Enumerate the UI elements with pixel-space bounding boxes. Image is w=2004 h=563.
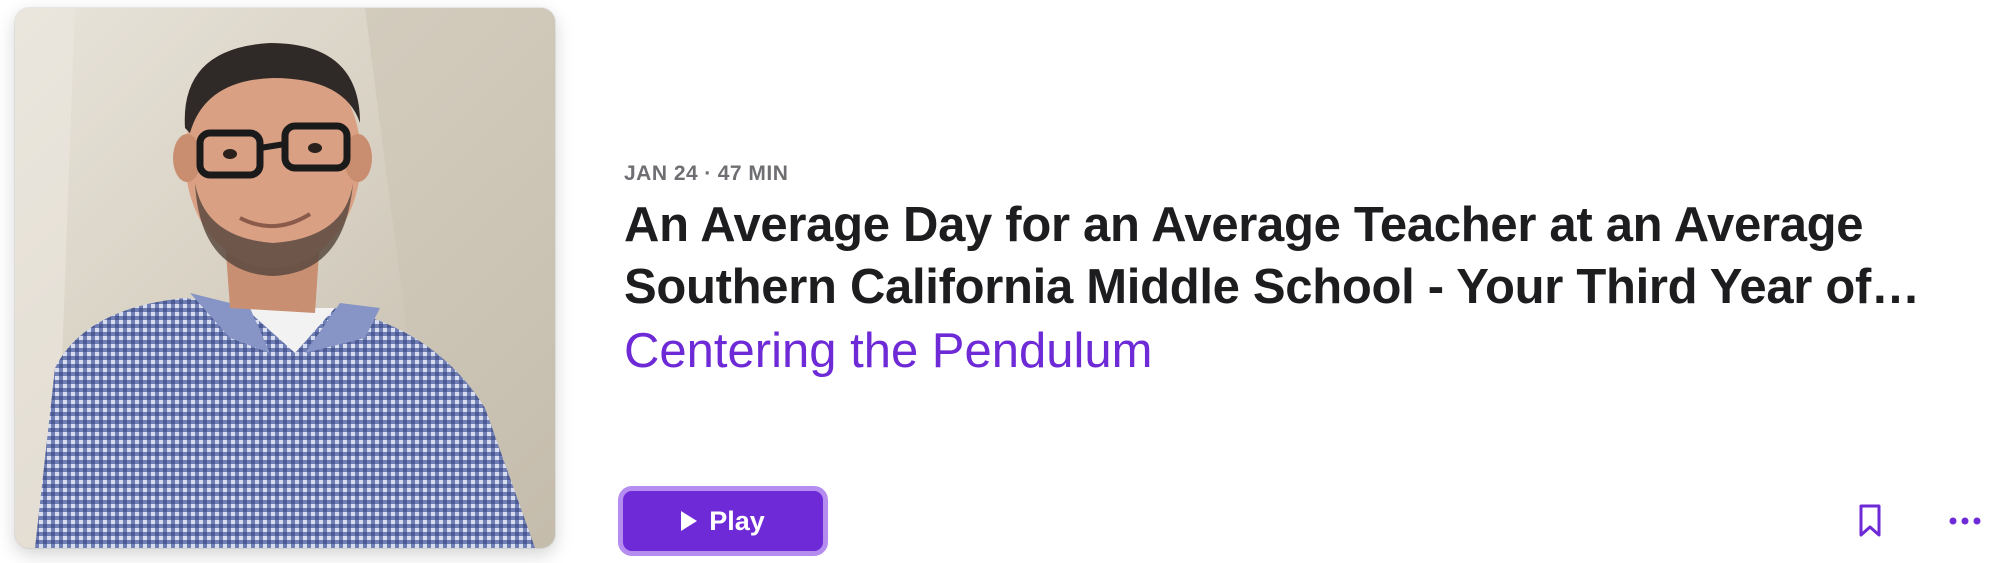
play-icon	[681, 511, 698, 531]
bookmark-icon	[1859, 504, 1881, 537]
episode-meta: JAN 24 · 47 MIN	[624, 160, 1944, 188]
episode-date: JAN 24	[624, 162, 699, 185]
meta-separator: ·	[704, 162, 712, 185]
episode-title[interactable]: An Average Day for an Average Teacher at…	[624, 194, 1944, 318]
more-options-button[interactable]	[1942, 505, 1988, 537]
play-button[interactable]: Play	[618, 486, 828, 556]
episode-artwork-image	[15, 8, 555, 548]
bookmark-button[interactable]	[1852, 498, 1888, 544]
episode-info: JAN 24 · 47 MIN An Average Day for an Aver…	[624, 160, 1944, 382]
episode-duration: 47 MIN	[717, 162, 789, 185]
show-name-link[interactable]: Centering the Pendulum	[624, 320, 1944, 382]
play-button-label: Play	[709, 506, 765, 536]
episode-artwork[interactable]	[15, 8, 555, 548]
more-ellipsis-icon	[1949, 517, 1981, 525]
